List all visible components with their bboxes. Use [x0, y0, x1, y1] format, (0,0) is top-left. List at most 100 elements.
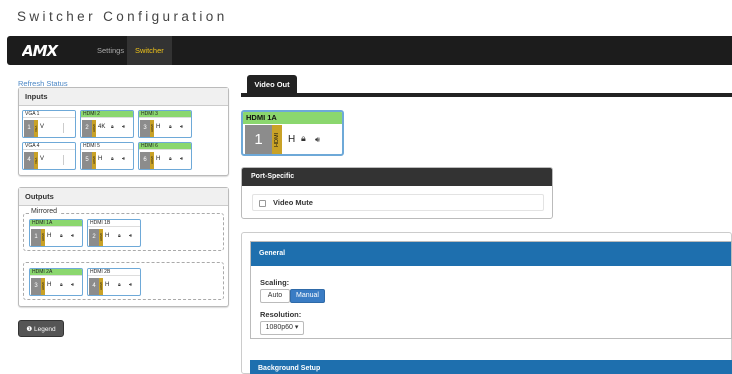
speaker-icon: 🔊︎ — [180, 156, 184, 162]
signal-format: H — [47, 282, 52, 288]
port-number: 2 — [89, 229, 99, 246]
port-type: HDMI — [41, 278, 45, 295]
port-type: HDMI — [92, 152, 96, 169]
signal-format: H — [156, 124, 161, 130]
lock-icon: 🔒︎ — [301, 133, 306, 143]
mirrored-label: Mirrored — [29, 208, 60, 215]
svg-text:AMX: AMX — [22, 42, 60, 58]
output-card[interactable]: HDMI 1B 2 HDMI H 🔒︎ 🔊︎ — [87, 219, 141, 247]
port-number: 2 — [82, 120, 92, 137]
input-card[interactable]: HDMI 2 2 HDMI 4K 🔒︎ 🔊︎ — [80, 110, 134, 138]
scaling-label: Scaling: — [260, 278, 290, 287]
lock-icon: 🔒︎ — [169, 124, 172, 130]
amx-logo: AMX — [22, 42, 61, 58]
tab-underline — [241, 93, 732, 97]
port-type: VGA — [34, 120, 38, 137]
port-type: HDMI — [99, 229, 103, 246]
signal-format: V — [40, 124, 45, 130]
general-title: General — [251, 242, 731, 266]
port-number: 3 — [140, 120, 150, 137]
input-card[interactable]: HDMI 3 3 HDMI H 🔒︎ 🔊︎ — [138, 110, 192, 138]
selected-output-type: HDMI — [272, 125, 282, 154]
port-type: HDMI — [150, 152, 154, 169]
legend-button[interactable]: ❶ Legend — [18, 320, 64, 337]
port-number: 6 — [140, 152, 150, 169]
speaker-icon: 🔊︎ — [122, 124, 126, 130]
tab-video-out[interactable]: Video Out — [247, 75, 297, 95]
port-type: HDMI — [99, 278, 103, 295]
divider — [63, 155, 64, 165]
general-panel: General Scaling: Auto Manual Resolution:… — [250, 241, 732, 339]
speaker-icon: 🔊︎ — [129, 233, 133, 239]
outputs-title: Outputs — [19, 188, 228, 206]
speaker-icon: 🔊︎ — [129, 282, 133, 288]
port-label: HDMI 1B — [88, 220, 140, 227]
lock-icon: 🔒︎ — [60, 282, 63, 288]
signal-format: H — [98, 156, 103, 162]
port-type: HDMI — [150, 120, 154, 137]
port-number: 1 — [24, 120, 34, 137]
port-number: 4 — [89, 278, 99, 295]
port-number: 1 — [31, 229, 41, 246]
port-label: HDMI 1A — [30, 220, 82, 227]
port-type: HDMI — [92, 120, 96, 137]
lock-icon: 🔒︎ — [118, 233, 121, 239]
divider — [63, 123, 64, 133]
app-title: Switcher Configuration — [17, 9, 228, 24]
port-specific-panel: Port-Specific Video Mute — [241, 167, 553, 219]
video-mute-label: Video Mute — [273, 198, 313, 207]
port-label: HDMI 2 — [81, 111, 133, 118]
signal-format: H — [105, 233, 110, 239]
lock-icon: 🔒︎ — [111, 156, 114, 162]
port-specific-title: Port-Specific — [242, 168, 552, 186]
output-card[interactable]: HDMI 2A 3 HDMI H 🔒︎ 🔊︎ — [29, 268, 83, 296]
resolution-dropdown[interactable]: 1080p60 ▾ — [260, 321, 304, 335]
legend-label: Legend — [33, 326, 56, 333]
port-label: HDMI 2A — [30, 269, 82, 276]
signal-format: H — [105, 282, 110, 288]
lock-icon: 🔒︎ — [111, 124, 114, 130]
info-circle-icon: ❶ — [26, 326, 33, 333]
signal-format: H — [47, 233, 52, 239]
speaker-icon: 🔊︎ — [71, 233, 75, 239]
speaker-icon: 🔊︎ — [180, 124, 184, 130]
scaling-auto-button[interactable]: Auto — [260, 289, 290, 303]
scaling-manual-button[interactable]: Manual — [290, 289, 325, 303]
port-number: 4 — [24, 152, 34, 169]
video-mute-row: Video Mute — [252, 194, 544, 211]
input-card[interactable]: HDMI 5 5 HDMI H 🔒︎ 🔊︎ — [80, 142, 134, 170]
input-card[interactable]: VGA 1 1 VGA V — [22, 110, 76, 138]
speaker-icon: 🔊︎ — [315, 135, 321, 144]
lock-icon: 🔒︎ — [60, 233, 63, 239]
port-type: VGA — [34, 152, 38, 169]
selected-output-number: 1 — [245, 125, 272, 154]
input-card[interactable]: VGA 4 4 VGA V — [22, 142, 76, 170]
port-label: HDMI 6 — [139, 143, 191, 150]
input-card[interactable]: HDMI 6 6 HDMI H 🔒︎ 🔊︎ — [138, 142, 192, 170]
inputs-panel: Inputs VGA 1 1 VGA V HDMI 2 2 HDMI 4K 🔒︎ 🔊︎ HDMI 3… — [18, 87, 229, 176]
selected-output-format: H — [288, 134, 296, 145]
signal-format: 4K — [98, 124, 106, 130]
selected-output-label: HDMI 1A — [243, 112, 342, 124]
port-label: HDMI 3 — [139, 111, 191, 118]
nav-switcher[interactable]: Switcher — [127, 36, 172, 65]
resolution-label: Resolution: — [260, 310, 302, 319]
output-card[interactable]: HDMI 1A 1 HDMI H 🔒︎ 🔊︎ — [29, 219, 83, 247]
background-setup-title[interactable]: Background Setup — [250, 360, 732, 374]
nav-settings[interactable]: Settings — [89, 36, 132, 65]
video-mute-checkbox[interactable] — [259, 200, 266, 207]
port-label: VGA 4 — [23, 143, 75, 150]
output-card[interactable]: HDMI 2B 4 HDMI H 🔒︎ 🔊︎ — [87, 268, 141, 296]
top-nav-bar: AMX Settings Switcher — [7, 36, 732, 65]
selected-output-card[interactable]: HDMI 1A 1 HDMI H 🔒︎ 🔊︎ — [241, 110, 344, 156]
signal-format: H — [156, 156, 161, 162]
port-type: HDMI — [41, 229, 45, 246]
lock-icon: 🔒︎ — [118, 282, 121, 288]
port-number: 5 — [82, 152, 92, 169]
speaker-icon: 🔊︎ — [122, 156, 126, 162]
port-number: 3 — [31, 278, 41, 295]
speaker-icon: 🔊︎ — [71, 282, 75, 288]
outputs-panel: Outputs Mirrored HDMI 1A 1 HDMI H 🔒︎ 🔊︎ HDMI 1… — [18, 187, 229, 307]
lock-icon: 🔒︎ — [169, 156, 172, 162]
port-label: HDMI 5 — [81, 143, 133, 150]
